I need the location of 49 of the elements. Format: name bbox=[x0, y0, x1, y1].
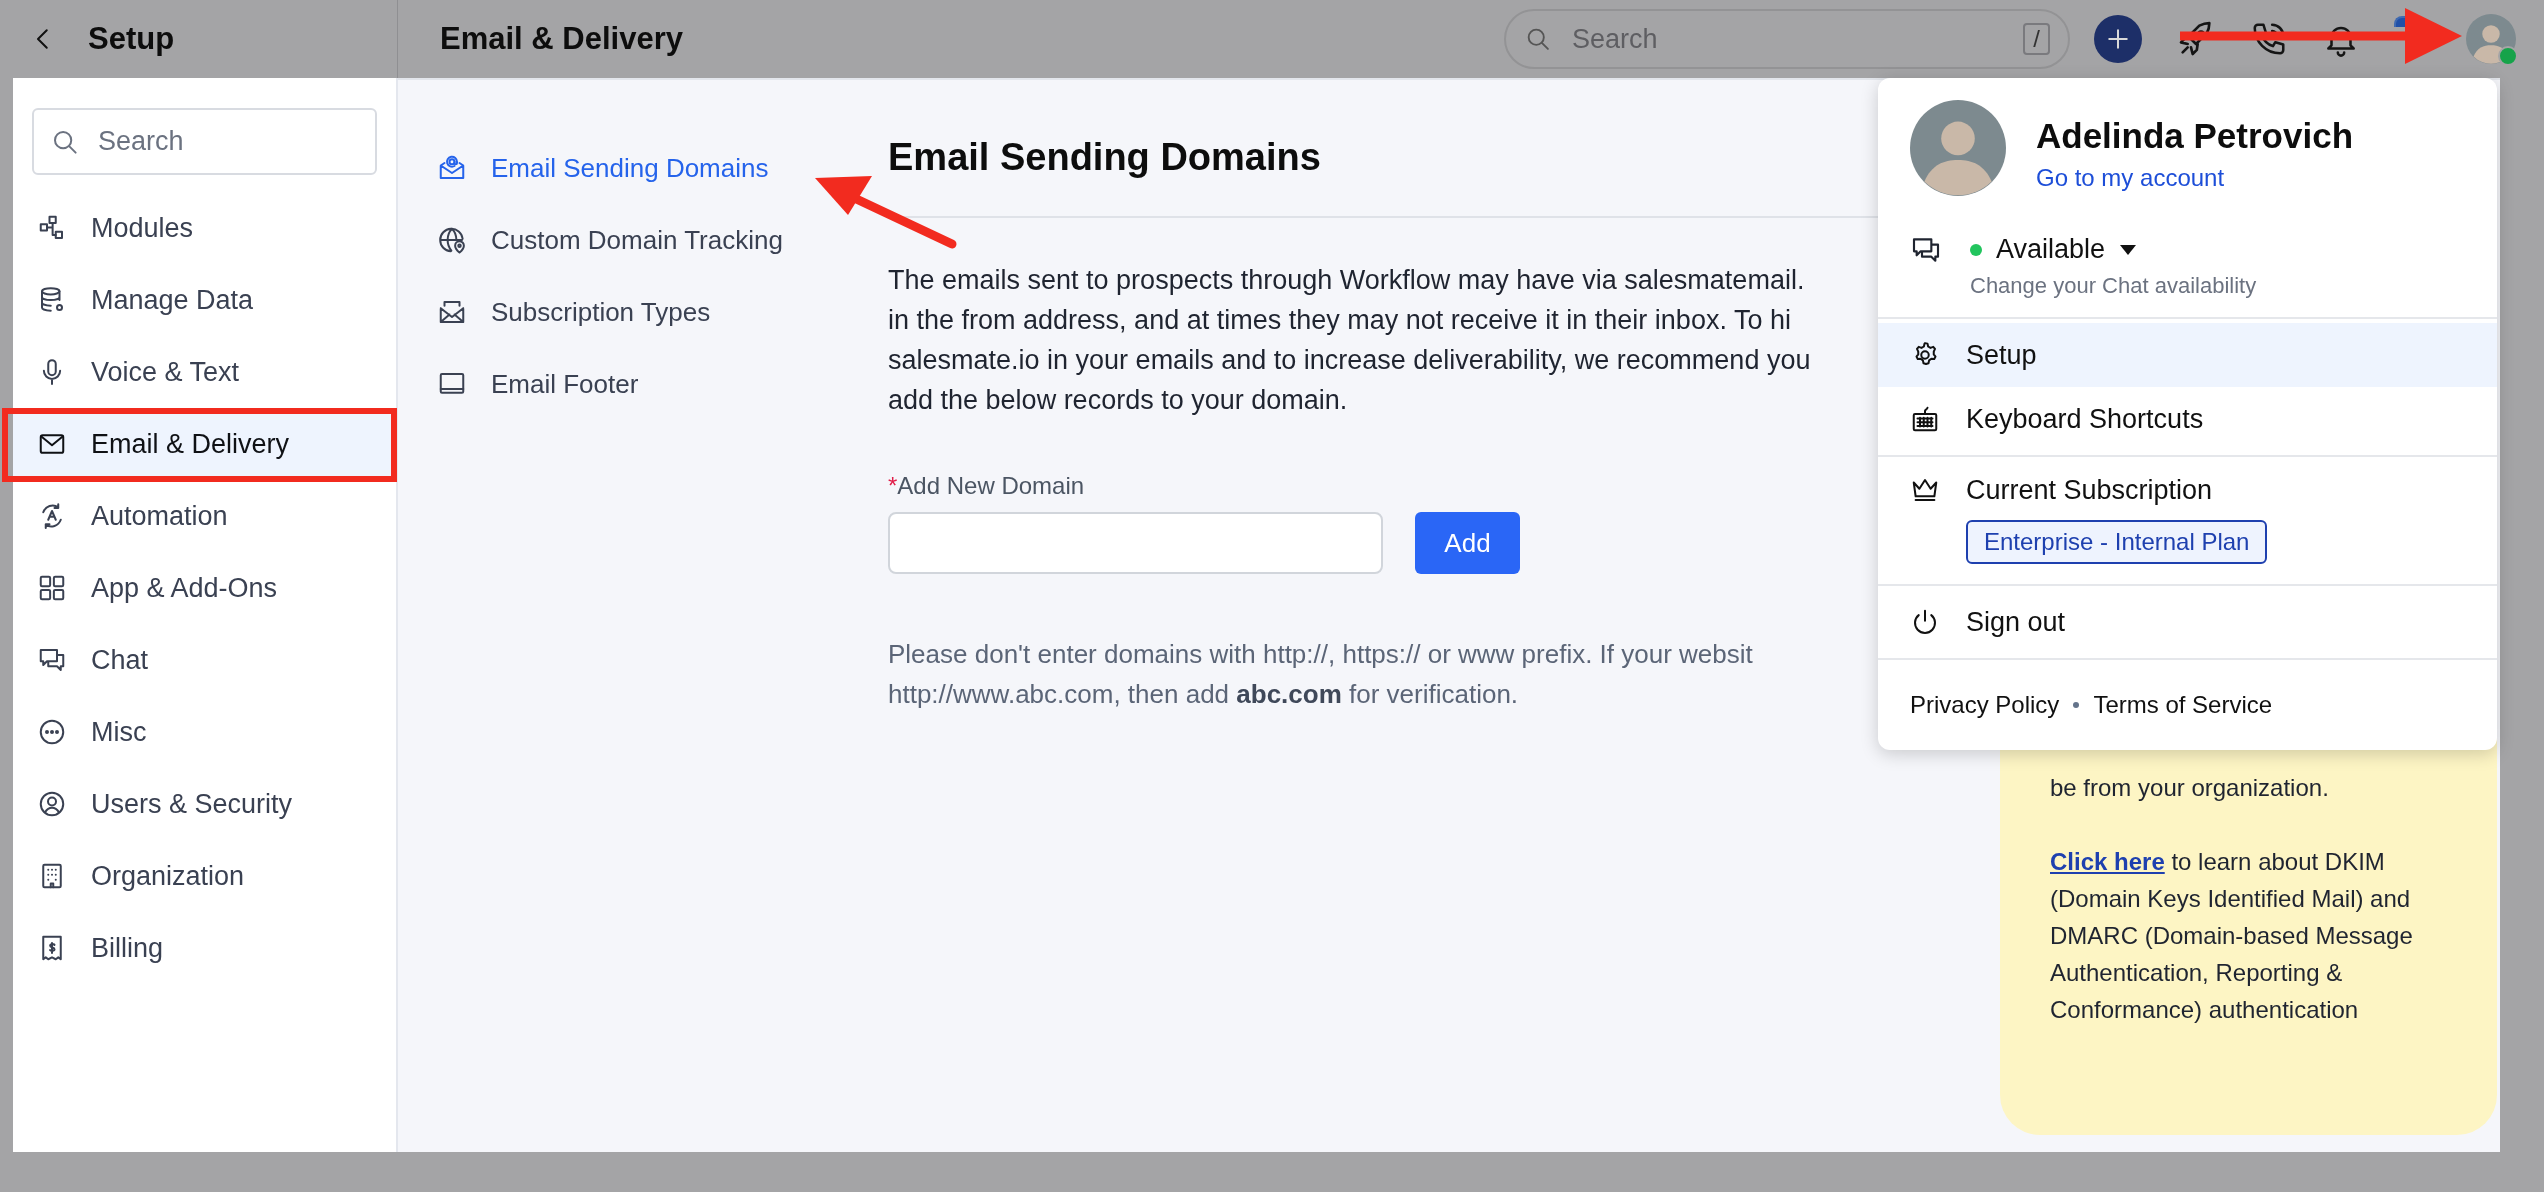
sidebar-item[interactable]: Manage Data bbox=[13, 264, 396, 336]
sidebar-item[interactable]: Voice & Text bbox=[13, 336, 396, 408]
field-label: *Add New Domain bbox=[888, 472, 1086, 500]
sidebar-item[interactable]: Organization bbox=[13, 840, 396, 912]
user-name: Adelinda Petrovich bbox=[2036, 116, 2354, 156]
menu-item[interactable]: Sign out bbox=[1878, 590, 2497, 654]
sidebar-item[interactable]: App & Add-Ons bbox=[13, 552, 396, 624]
footer-link[interactable]: Terms of Service bbox=[2093, 691, 2273, 719]
add-button[interactable]: Add bbox=[1415, 512, 1520, 574]
sidebar-item[interactable]: Misc bbox=[13, 696, 396, 768]
search-input[interactable]: Search bbox=[1570, 22, 2006, 56]
separator-dot bbox=[2073, 702, 2080, 708]
info-text: be from your organization. bbox=[2050, 773, 2330, 803]
sidebar-item[interactable]: Users & Security bbox=[13, 768, 396, 840]
domain-input[interactable] bbox=[888, 512, 1383, 574]
menu-item[interactable]: Setup bbox=[1878, 323, 2497, 387]
status-dropdown[interactable]: Available bbox=[1970, 234, 2257, 265]
sidebar-item[interactable]: Billing bbox=[13, 912, 396, 984]
click-here-link[interactable]: Click here bbox=[2050, 848, 2165, 875]
add-button[interactable] bbox=[2094, 15, 2142, 63]
caret-icon bbox=[2119, 243, 2138, 256]
subnav-item[interactable]: Email Footer bbox=[437, 348, 868, 420]
info-text: Click here to learn about DKIM (Domain Keys Identified Mail) and DMARC (Domain-based Message Authentication, Reporting & Conformance) authentication bbox=[2050, 847, 2414, 1025]
sidebar-title: Setup bbox=[88, 21, 175, 57]
sidebar-item[interactable]: Chat bbox=[13, 624, 396, 696]
subnav-item[interactable]: Email Sending Domains bbox=[437, 132, 868, 204]
search-field[interactable]: Search bbox=[32, 108, 377, 175]
globe-pin-icon bbox=[437, 225, 467, 255]
user-avatar[interactable] bbox=[2466, 14, 2516, 64]
account-link[interactable]: Go to my account bbox=[2036, 164, 2225, 192]
search-field[interactable]: Search / bbox=[1504, 9, 2070, 69]
shortcut-key: / bbox=[2023, 23, 2050, 55]
sidebar-item[interactable]: Modules bbox=[13, 192, 396, 264]
grid-icon bbox=[37, 573, 67, 603]
hint-text: Please don't enter domains with http://, https:// or www prefix. If your websit http://www.abc.com, then add abc.com for verification. bbox=[888, 638, 1754, 711]
subnav-item[interactable]: Custom Domain Tracking bbox=[437, 204, 868, 276]
menu-item[interactable]: Current Subscription bbox=[1966, 475, 2268, 506]
plan-badge: Enterprise - Internal Plan bbox=[1966, 520, 2268, 564]
footer-link[interactable]: Privacy Policy bbox=[1910, 691, 2060, 719]
menu-item[interactable]: Keyboard Shortcuts bbox=[1878, 387, 2497, 451]
subnav-item[interactable]: Subscription Types bbox=[437, 276, 868, 348]
keyboard-icon bbox=[1910, 404, 1940, 434]
sidebar-item[interactable]: Automation bbox=[13, 480, 396, 552]
section-title: Email Sending Domains bbox=[888, 136, 1322, 180]
status-hint: Change your Chat availability bbox=[1970, 273, 2257, 299]
description-text: The emails sent to prospects through Workflow may have via salesmatemail. in the from address, and at times they may not receive it in their inbox. To hi salesmate.io in your emails and to increase deliverability, we recommend you add the below records to your domain. bbox=[888, 264, 1812, 417]
user-icon bbox=[37, 789, 67, 819]
page-title: Email & Delivery bbox=[440, 21, 683, 57]
more-icon bbox=[37, 717, 67, 747]
